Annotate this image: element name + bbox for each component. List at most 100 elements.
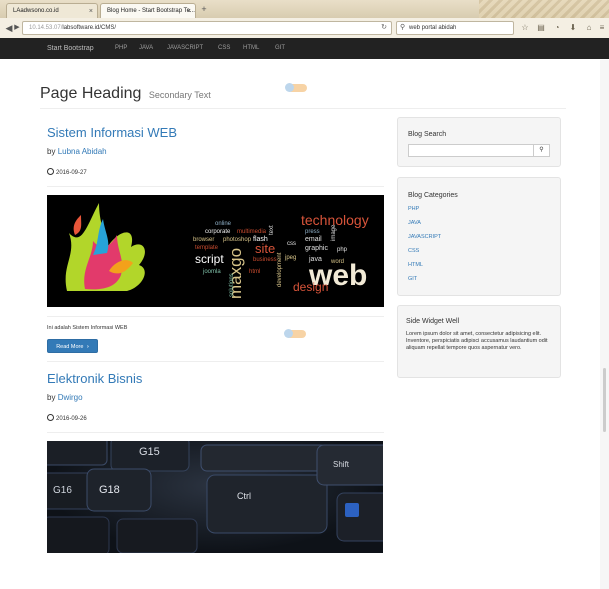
category-link-php[interactable]: PHP xyxy=(408,206,419,212)
divider xyxy=(47,316,384,317)
divider xyxy=(47,361,384,362)
close-icon[interactable]: × xyxy=(187,4,191,18)
word-jpeg: jpeg xyxy=(284,255,296,261)
word-joomla: joomla xyxy=(202,269,221,275)
key-g18: G18 xyxy=(99,484,120,496)
star-icon[interactable]: ☆ xyxy=(520,22,530,33)
post-title[interactable]: Sistem Informasi WEB xyxy=(47,125,177,140)
search-icon: ⚲ xyxy=(400,24,406,31)
technology-word-cloud: technology online corporate multimedia b… xyxy=(65,203,369,299)
word-java: java xyxy=(308,256,322,263)
word-development: development xyxy=(277,252,283,287)
category-link-git[interactable]: GIT xyxy=(408,276,417,282)
word-photoshop: photoshop xyxy=(223,237,252,243)
reload-icon[interactable]: ↻ xyxy=(381,22,387,34)
post-byline: by Lubna Abidah xyxy=(47,147,107,156)
library-icon[interactable]: ▤ xyxy=(536,22,546,33)
paint-splash-graphic xyxy=(65,203,145,291)
tab-label: Blog Home - Start Bootstrap Te... xyxy=(107,8,195,14)
nav-link-javascript[interactable]: JAVASCRIPT xyxy=(167,38,203,59)
browser-search-input[interactable]: ⚲ web portal abidah xyxy=(396,21,514,35)
word-solutions: solutions xyxy=(229,273,235,297)
word-php: php xyxy=(337,247,348,253)
side-widget-title: Side Widget Well xyxy=(406,318,460,325)
word-graphic: graphic xyxy=(305,245,328,252)
word-word: word xyxy=(330,259,344,265)
word-press: press xyxy=(305,229,320,235)
scrollbar-track[interactable] xyxy=(600,60,609,589)
site-navbar: Start Bootstrap PHP JAVA JAVASCRIPT CSS … xyxy=(0,38,609,59)
post-date: 2016-09-26 xyxy=(47,414,87,422)
side-widget-well: Side Widget Well Lorem ipsum dolor sit a… xyxy=(397,305,561,378)
post-title[interactable]: Elektronik Bisnis xyxy=(47,371,142,386)
post-image-technology: technology online corporate multimedia b… xyxy=(47,195,384,307)
pocket-icon[interactable]: ◔ xyxy=(552,22,562,33)
tab-label: LAadwsono.co.id xyxy=(13,8,59,14)
browser-extension-badge xyxy=(284,329,306,338)
post-author-link[interactable]: Lubna Abidah xyxy=(58,147,107,156)
page-subtitle: Secondary Text xyxy=(148,90,211,100)
word-html: html xyxy=(249,269,260,275)
nav-link-css[interactable]: CSS xyxy=(218,38,230,59)
key-shift: Shift xyxy=(333,460,350,469)
post-date: 2016-09-27 xyxy=(47,168,87,176)
nav-link-java[interactable]: JAVA xyxy=(139,38,153,59)
blog-categories-well: Blog Categories PHP JAVA JAVASCRIPT CSS … xyxy=(397,177,561,296)
word-business: business xyxy=(253,257,277,263)
category-link-javascript[interactable]: JAVASCRIPT xyxy=(408,234,441,240)
divider xyxy=(47,432,384,433)
post-author-link[interactable]: Dwirgo xyxy=(58,393,83,402)
word-cloud-words: technology online corporate multimedia b… xyxy=(193,212,369,299)
key-g15: G15 xyxy=(139,446,160,458)
theme-decoration xyxy=(479,0,609,18)
read-more-button[interactable]: Read More › xyxy=(47,339,98,353)
divider xyxy=(47,186,384,187)
nav-link-html[interactable]: HTML xyxy=(243,38,259,59)
word-css: css xyxy=(287,241,296,247)
download-icon[interactable]: ⬇ xyxy=(568,22,578,33)
keyboard-keys-graphic: G15 G16 G18 Ctrl Shift xyxy=(47,441,383,553)
blog-search-button[interactable]: ⚲ xyxy=(533,144,550,157)
byline-by: by xyxy=(47,393,56,402)
word-corporate: corporate xyxy=(205,229,231,235)
word-script: script xyxy=(195,252,224,266)
word-email: email xyxy=(305,236,322,243)
read-more-label: Read More xyxy=(56,344,84,350)
browser-extension-badge xyxy=(285,83,307,92)
new-tab-button[interactable]: + xyxy=(198,3,210,16)
forward-arrow-icon[interactable]: ▶ xyxy=(12,21,22,35)
word-text: text xyxy=(269,225,275,235)
post-date-text: 2016-09-26 xyxy=(56,416,87,422)
browser-toolbar: ◀ ▶ 10.14.53.07/labsoftware.id/CMS/ ↻ ⚲ … xyxy=(0,18,609,39)
blog-search-title: Blog Search xyxy=(408,131,447,138)
scrollbar-thumb[interactable] xyxy=(603,368,606,432)
blog-categories-title: Blog Categories xyxy=(408,192,458,199)
word-site: site xyxy=(255,241,275,256)
blog-search-well: Blog Search ⚲ xyxy=(397,117,561,167)
category-link-css[interactable]: CSS xyxy=(408,248,419,254)
address-bar[interactable]: 10.14.53.07/labsoftware.id/CMS/ ↻ xyxy=(22,21,392,35)
browser-tab-1[interactable]: LAadwsono.co.id × xyxy=(6,3,98,18)
post-image-keyboard: G15 G16 G18 Ctrl Shift xyxy=(47,441,383,553)
url-host: 10.14.53.07/ xyxy=(29,25,63,31)
navbar-brand[interactable]: Start Bootstrap xyxy=(47,38,94,59)
clock-icon xyxy=(47,414,54,421)
side-widget-text: Lorem ipsum dolor sit amet, consectetur … xyxy=(406,331,548,351)
menu-icon[interactable]: ≡ xyxy=(597,22,607,33)
category-link-html[interactable]: HTML xyxy=(408,262,423,268)
category-link-java[interactable]: JAVA xyxy=(408,220,421,226)
word-online: online xyxy=(215,221,232,227)
browser-tab-2[interactable]: Blog Home - Start Bootstrap Te... × xyxy=(100,3,196,18)
word-browser: browser xyxy=(193,237,214,243)
clock-icon xyxy=(47,168,54,175)
search-icon: ⚲ xyxy=(539,147,544,153)
word-multimedia: multimedia xyxy=(237,229,267,235)
home-icon[interactable]: ⌂ xyxy=(584,22,594,33)
key-ctrl: Ctrl xyxy=(237,491,251,501)
blog-search-input[interactable] xyxy=(408,144,534,157)
close-icon[interactable]: × xyxy=(89,4,93,18)
post-byline: by Dwirgo xyxy=(47,393,83,402)
post-date-text: 2016-09-27 xyxy=(56,170,87,176)
nav-link-php[interactable]: PHP xyxy=(115,38,127,59)
nav-link-git[interactable]: GIT xyxy=(275,38,285,59)
